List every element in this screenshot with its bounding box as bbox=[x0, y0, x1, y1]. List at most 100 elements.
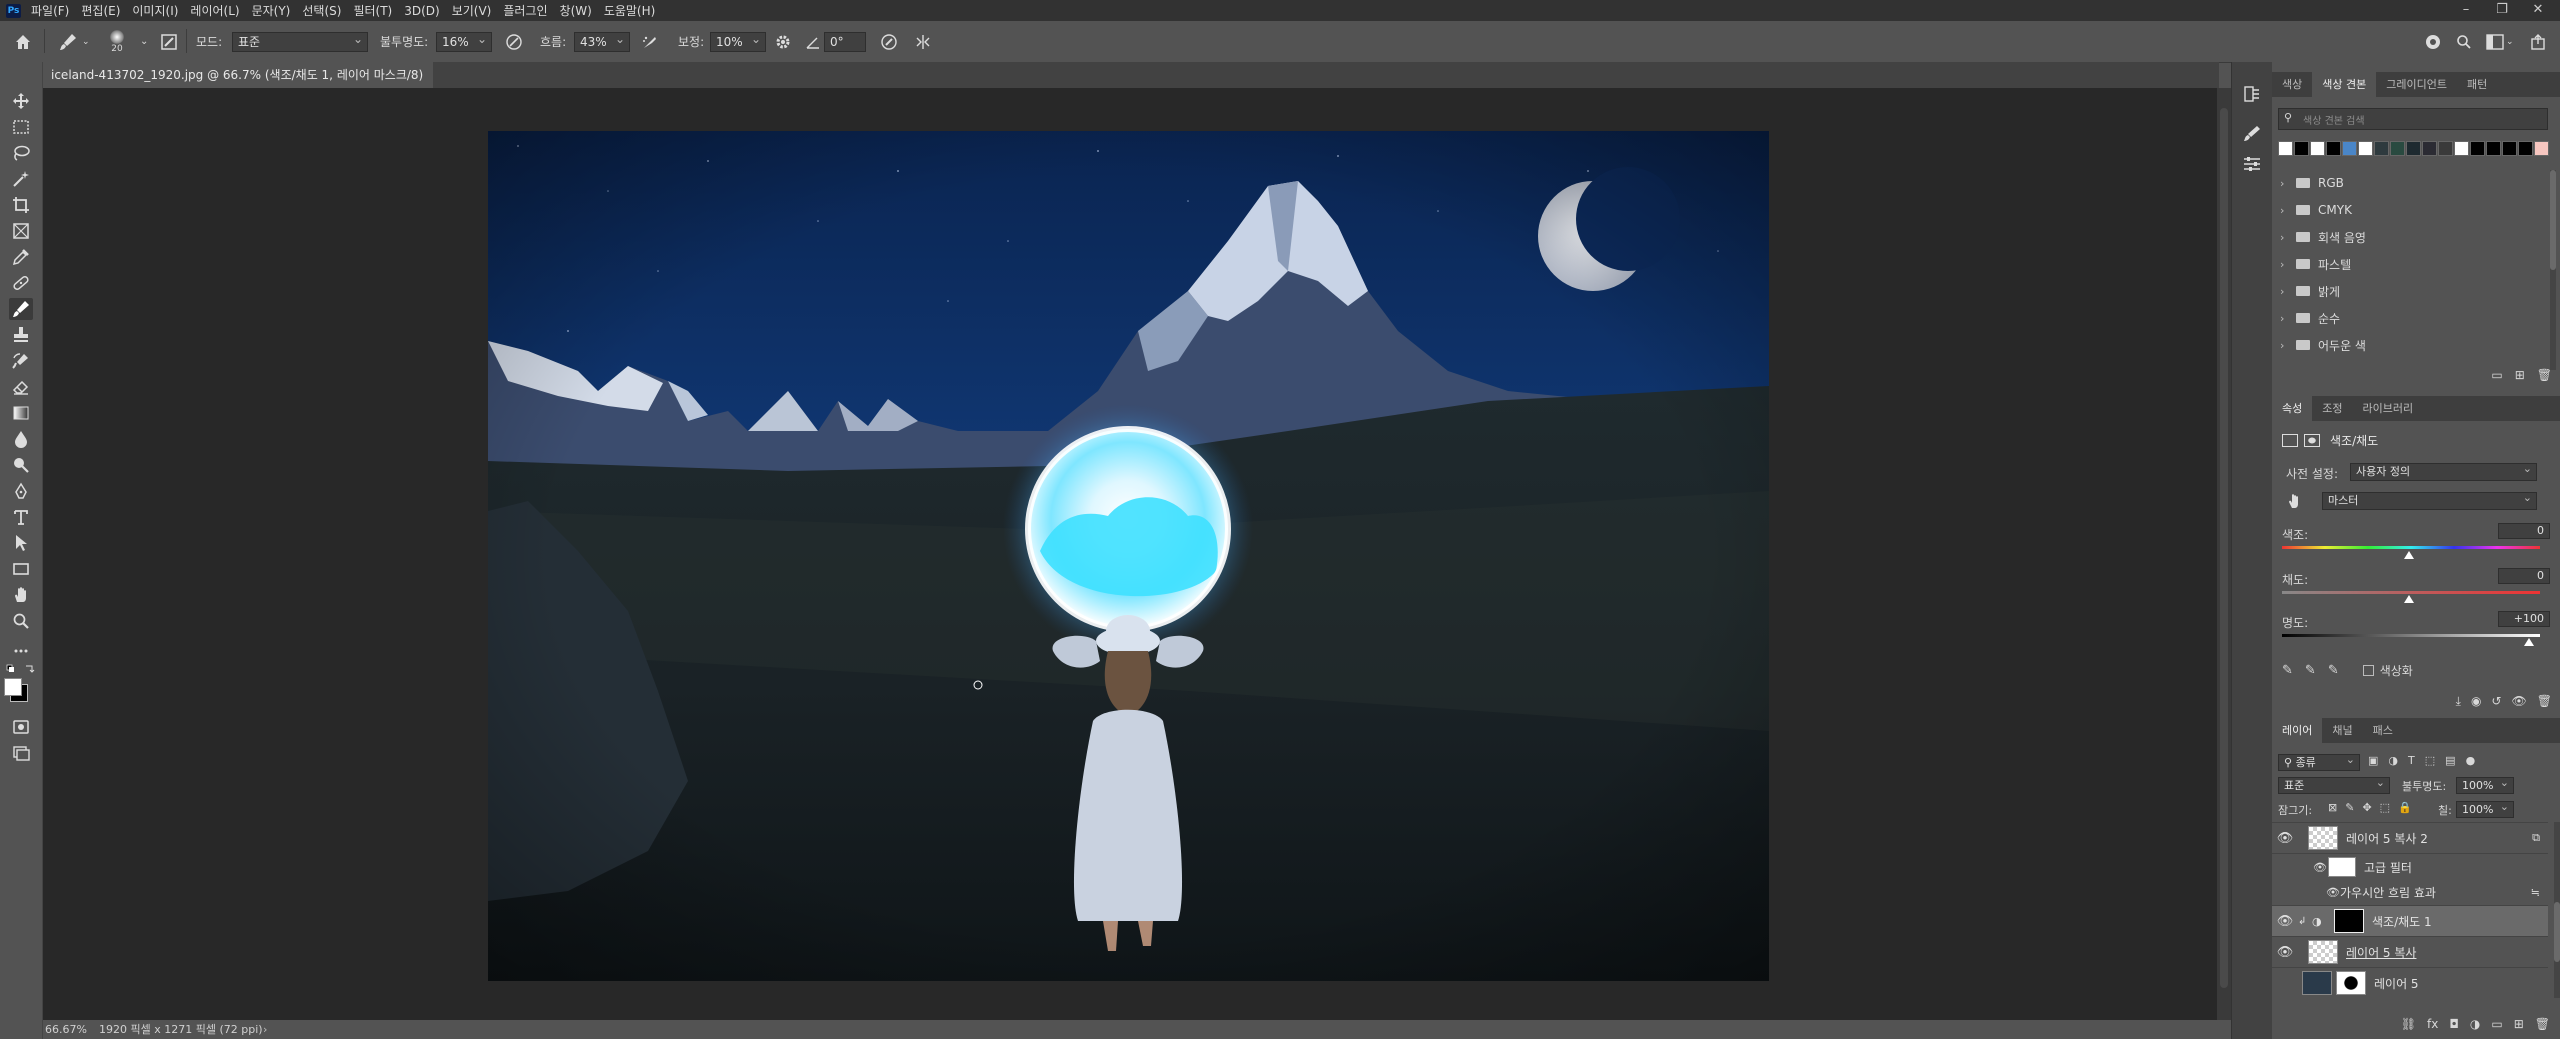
layer-row[interactable]: · 레이어 5 bbox=[2272, 967, 2548, 998]
smart-object-filter-icon[interactable]: ▤ bbox=[2445, 754, 2455, 767]
eyedropper-icon[interactable]: ✎ bbox=[2282, 663, 2293, 678]
menu-help[interactable]: 도움말(H) bbox=[598, 2, 662, 19]
layer-row[interactable]: 👁 고급 필터 bbox=[2272, 853, 2548, 880]
mask-icon[interactable] bbox=[2304, 433, 2320, 447]
hue-slider-track[interactable] bbox=[2282, 546, 2540, 549]
layer-name[interactable]: 가우시안 흐림 효과 bbox=[2340, 884, 2436, 901]
swatch[interactable] bbox=[2518, 141, 2533, 156]
tab-patterns[interactable]: 패턴 bbox=[2457, 72, 2497, 97]
layer-row[interactable]: 👁 가우시안 흐림 효과 ≒ bbox=[2272, 880, 2548, 904]
visibility-icon[interactable]: 👁 bbox=[2512, 694, 2527, 712]
layer-style-icon[interactable]: fx bbox=[2427, 1017, 2438, 1035]
pressure-opacity-icon[interactable] bbox=[505, 21, 523, 62]
lightness-field[interactable]: +100 bbox=[2498, 611, 2550, 627]
swatch[interactable] bbox=[2358, 141, 2373, 156]
lock-pixels-icon[interactable]: ✎ bbox=[2345, 801, 2354, 814]
crop-tool-icon[interactable] bbox=[9, 194, 33, 216]
brush-settings-panel-icon[interactable] bbox=[2242, 124, 2262, 147]
path-selection-icon[interactable] bbox=[9, 532, 33, 554]
brush-settings-icon[interactable] bbox=[160, 21, 178, 62]
menu-view[interactable]: 보기(V) bbox=[446, 2, 498, 19]
blur-tool-icon[interactable] bbox=[9, 428, 33, 450]
saturation-slider-thumb[interactable] bbox=[2404, 595, 2414, 603]
clone-stamp-icon[interactable] bbox=[9, 324, 33, 346]
swatch-search-input[interactable]: ⚲ 색상 견본 검색 bbox=[2278, 108, 2548, 130]
swatch[interactable] bbox=[2486, 141, 2501, 156]
swatch[interactable] bbox=[2438, 141, 2453, 156]
new-group-icon[interactable]: ▭ bbox=[2491, 368, 2502, 386]
menu-filter[interactable]: 필터(T) bbox=[347, 2, 398, 19]
layer-row[interactable]: 👁 레이어 5 복사 bbox=[2272, 936, 2548, 967]
workspace-icon[interactable]: ⌄ bbox=[2486, 21, 2514, 62]
menu-plugins[interactable]: 플러그인 bbox=[497, 2, 553, 19]
symmetry-icon[interactable] bbox=[914, 21, 932, 62]
home-icon[interactable] bbox=[14, 21, 32, 62]
zoom-level[interactable]: 66.67% bbox=[45, 1020, 87, 1039]
swatches-scrollbar[interactable] bbox=[2550, 170, 2556, 370]
menu-edit[interactable]: 편집(E) bbox=[75, 2, 126, 19]
magic-wand-icon[interactable] bbox=[9, 168, 33, 190]
document-tab[interactable]: iceland-413702_1920.jpg @ 66.7% (색조/채도 1… bbox=[43, 62, 433, 108]
adjust-sliders-icon[interactable] bbox=[2242, 154, 2262, 177]
tab-gradients[interactable]: 그레이디언트 bbox=[2376, 72, 2457, 97]
eraser-icon[interactable] bbox=[9, 376, 33, 398]
more-tools-icon[interactable] bbox=[9, 640, 33, 662]
eyedropper-icon[interactable] bbox=[9, 246, 33, 268]
hue-slider-thumb[interactable] bbox=[2404, 551, 2414, 559]
status-menu-icon[interactable]: › bbox=[263, 1020, 267, 1039]
menu-layer[interactable]: 레이어(L) bbox=[184, 2, 245, 19]
airbrush-icon[interactable] bbox=[641, 21, 659, 62]
new-group-icon[interactable]: ▭ bbox=[2491, 1017, 2502, 1035]
smoothing-field[interactable]: 10% bbox=[710, 30, 766, 52]
targeted-adjust-icon[interactable] bbox=[2286, 492, 2304, 513]
swatch[interactable] bbox=[2422, 141, 2437, 156]
saturation-slider-track[interactable] bbox=[2282, 591, 2540, 594]
brush-size-picker[interactable]: 20 bbox=[110, 21, 124, 62]
tab-channels[interactable]: 채널 bbox=[2322, 718, 2362, 743]
pressure-size-icon[interactable] bbox=[880, 21, 898, 62]
filter-toggle-icon[interactable]: ● bbox=[2466, 754, 2476, 767]
swatch[interactable] bbox=[2326, 141, 2341, 156]
brush-tool-preset-icon[interactable]: ⌄ bbox=[58, 21, 90, 62]
menu-file[interactable]: 파일(F) bbox=[25, 2, 75, 19]
menu-type[interactable]: 문자(Y) bbox=[246, 2, 297, 19]
layer-name[interactable]: 레이어 5 복사 2 bbox=[2346, 830, 2428, 847]
swatch[interactable] bbox=[2294, 141, 2309, 156]
preset-dropdown[interactable]: 사용자 정의 bbox=[2350, 461, 2537, 481]
vertical-scrollbar[interactable] bbox=[2217, 88, 2231, 1020]
swatch-folder[interactable]: › 회색 음영 bbox=[2280, 225, 2546, 249]
tab-libraries[interactable]: 라이브러리 bbox=[2353, 396, 2424, 421]
angle-field[interactable]: 0° bbox=[824, 31, 866, 52]
screen-mode-icon[interactable] bbox=[9, 742, 33, 764]
swatch-folder[interactable]: › 파스텔 bbox=[2280, 252, 2546, 276]
tab-paths[interactable]: 패스 bbox=[2363, 718, 2403, 743]
brush-tool-icon[interactable] bbox=[9, 298, 33, 320]
reset-icon[interactable]: ↺ bbox=[2491, 694, 2501, 712]
swatch-folder[interactable]: › RGB bbox=[2280, 171, 2546, 195]
layer-mask-thumbnail[interactable] bbox=[2336, 971, 2366, 995]
channel-dropdown[interactable]: 마스터 bbox=[2322, 490, 2537, 510]
lasso-tool-icon[interactable] bbox=[9, 142, 33, 164]
visibility-eye-hidden-icon[interactable]: · bbox=[2272, 976, 2298, 991]
lightness-slider-track[interactable] bbox=[2282, 634, 2540, 637]
new-layer-icon[interactable]: ⊞ bbox=[2514, 1017, 2524, 1035]
quick-mask-icon[interactable] bbox=[9, 716, 33, 738]
dodge-tool-icon[interactable] bbox=[9, 454, 33, 476]
tab-color[interactable]: 색상 bbox=[2272, 72, 2312, 97]
visibility-eye-icon[interactable]: 👁 bbox=[2272, 914, 2298, 929]
delete-icon[interactable]: 🗑 bbox=[2535, 1017, 2550, 1035]
visibility-eye-icon[interactable]: 👁 bbox=[2312, 861, 2328, 874]
opacity-field[interactable]: 16% bbox=[436, 30, 492, 52]
tab-layers[interactable]: 레이어 bbox=[2272, 718, 2323, 743]
swatch-folder[interactable]: › 순수 bbox=[2280, 306, 2546, 330]
foreground-color-swatch[interactable] bbox=[4, 678, 22, 696]
close-window-icon[interactable]: ✕ bbox=[2520, 0, 2556, 21]
type-filter-icon[interactable]: T bbox=[2408, 754, 2415, 767]
add-mask-icon[interactable]: ◘ bbox=[2449, 1017, 2459, 1035]
shape-filter-icon[interactable]: ⬚ bbox=[2425, 754, 2435, 767]
adjustment-filter-icon[interactable]: ◑ bbox=[2388, 754, 2398, 767]
restore-icon[interactable]: ❐ bbox=[2484, 0, 2520, 21]
lightness-slider-thumb[interactable] bbox=[2524, 638, 2534, 646]
fill-field[interactable]: 100% bbox=[2456, 799, 2514, 818]
swatch[interactable] bbox=[2342, 141, 2357, 156]
